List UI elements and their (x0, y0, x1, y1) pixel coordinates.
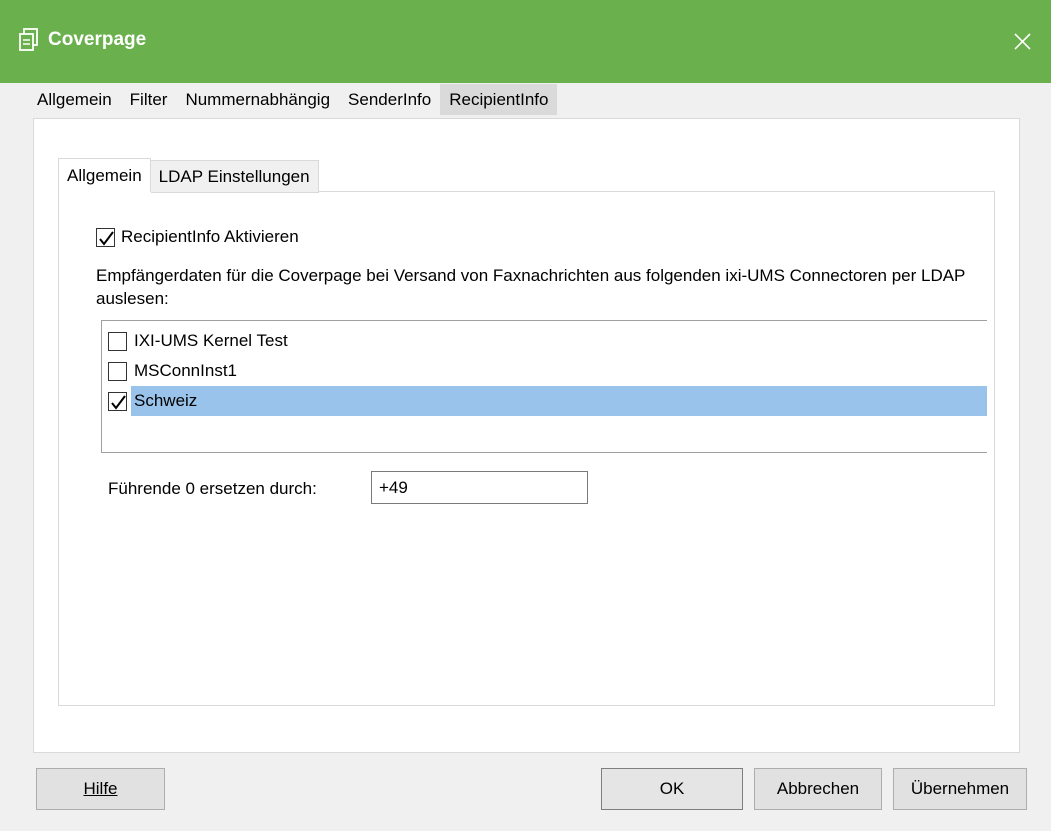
tab-filter[interactable]: Filter (121, 84, 177, 115)
list-item[interactable]: Schweiz (108, 386, 987, 416)
connector-checkbox[interactable] (108, 361, 127, 381)
connector-description: Empfängerdaten für die Coverpage bei Ver… (96, 266, 966, 308)
window-title: Coverpage (48, 29, 147, 50)
list-item[interactable]: MSConnInst1 (108, 356, 987, 386)
activate-recipientinfo-label: RecipientInfo Aktivieren (121, 227, 299, 246)
connector-checkbox[interactable] (108, 391, 127, 411)
coverpage-app-icon (18, 28, 40, 52)
activate-recipientinfo-checkbox-row[interactable]: RecipientInfo Aktivieren (96, 227, 299, 247)
cancel-button-label: Abbrechen (776, 779, 860, 798)
outer-tab-bar: Allgemein Filter Nummernabhängig SenderI… (28, 84, 558, 115)
checkmark-icon (111, 394, 126, 410)
leading-zero-label: Führende 0 ersetzen durch: (108, 479, 317, 498)
title-bar: Coverpage (0, 0, 1051, 83)
tab-senderinfo[interactable]: SenderInfo (339, 84, 440, 115)
inner-tab-ldap-einstellungen[interactable]: LDAP Einstellungen (150, 160, 319, 193)
help-button-label: Hilfe (83, 779, 118, 798)
connector-label: MSConnInst1 (134, 361, 237, 380)
tab-allgemein[interactable]: Allgemein (28, 84, 121, 115)
connector-list[interactable]: IXI-UMS Kernel Test MSConnInst1 Schweiz (101, 320, 987, 453)
inner-tab-allgemein[interactable]: Allgemein (58, 158, 151, 192)
tab-recipientinfo[interactable]: RecipientInfo (440, 84, 558, 115)
ok-button-label: OK (659, 779, 685, 798)
apply-button-label: Übernehmen (910, 779, 1010, 798)
help-button[interactable]: Hilfe (36, 768, 165, 810)
leading-zero-input[interactable] (371, 471, 588, 504)
ok-button[interactable]: OK (601, 768, 743, 810)
inner-tab-bar: Allgemein LDAP Einstellungen (58, 158, 319, 193)
close-icon[interactable] (993, 0, 1051, 83)
connector-label: IXI-UMS Kernel Test (134, 331, 288, 350)
checkmark-icon (99, 230, 114, 246)
tab-nummernabhaengig[interactable]: Nummernabhängig (176, 84, 339, 115)
apply-button[interactable]: Übernehmen (893, 768, 1027, 810)
activate-recipientinfo-checkbox[interactable] (96, 227, 115, 247)
connector-checkbox[interactable] (108, 331, 127, 351)
cancel-button[interactable]: Abbrechen (754, 768, 882, 810)
connector-label: Schweiz (131, 386, 987, 416)
list-item[interactable]: IXI-UMS Kernel Test (108, 326, 987, 356)
